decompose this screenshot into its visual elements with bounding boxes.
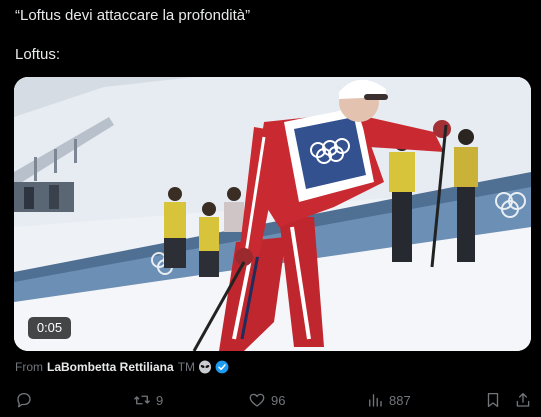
bookmark-button[interactable]	[484, 388, 502, 412]
action-bar: 9 96 887	[0, 388, 541, 412]
source-prefix: From	[15, 360, 43, 374]
reply-button[interactable]	[15, 388, 38, 412]
post: “Loftus devi attaccare la profondità” Lo…	[0, 0, 541, 417]
video-source-attribution: From LaBombetta Rettiliana TM	[15, 358, 229, 376]
video-player[interactable]	[14, 77, 531, 351]
repost-count: 9	[156, 392, 164, 408]
verified-badge-icon	[215, 360, 229, 374]
post-text-line-2: Loftus:	[15, 46, 61, 63]
like-icon	[249, 393, 265, 407]
views-count: 887	[389, 392, 411, 408]
views-button[interactable]: 887	[366, 388, 411, 412]
post-text-line-1: “Loftus devi attaccare la profondità”	[15, 7, 251, 24]
reply-icon	[17, 392, 31, 408]
share-icon	[516, 392, 530, 407]
repost-button[interactable]: 9	[133, 388, 163, 412]
views-icon	[369, 394, 382, 407]
repost-icon	[134, 395, 150, 405]
alien-icon	[199, 360, 212, 374]
source-tm-label: TM	[177, 360, 196, 374]
bookmark-icon	[487, 392, 499, 408]
source-account-name[interactable]: LaBombetta Rettiliana	[47, 360, 174, 374]
like-button[interactable]: 96	[248, 388, 285, 412]
share-button[interactable]	[514, 388, 532, 412]
video-timestamp: 0:05	[28, 317, 71, 339]
like-count: 96	[271, 392, 286, 408]
video-frame-image	[14, 77, 531, 351]
